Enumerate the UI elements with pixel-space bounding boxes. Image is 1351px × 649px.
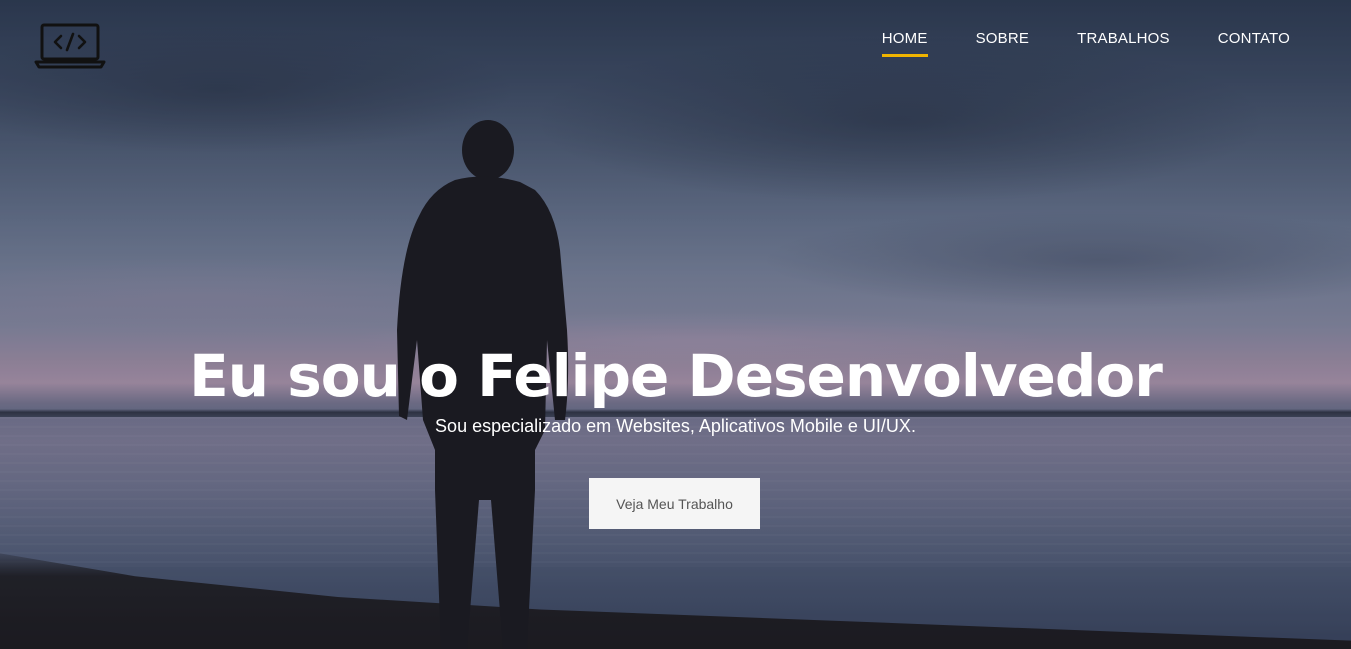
nav-item-trabalhos[interactable]: TRABALHOS [1077, 30, 1170, 57]
hero-overlay [0, 0, 1351, 649]
hero-title: Eu sou o Felipe Desenvolvedor [189, 342, 1163, 410]
hero-subtitle: Sou especializado em Websites, Aplicativ… [435, 416, 916, 436]
nav-item-home[interactable]: HOME [881, 30, 928, 57]
nav-item-contato[interactable]: CONTATO [1218, 30, 1290, 57]
hero-section: HOME SOBRE TRABALHOS CONTATO Eu sou o Fe… [0, 0, 1351, 649]
nav-item-sobre[interactable]: SOBRE [976, 30, 1030, 57]
nav-menu: HOME SOBRE TRABALHOS CONTATO [881, 30, 1290, 57]
laptop-code-icon[interactable] [34, 22, 106, 70]
navbar: HOME SOBRE TRABALHOS CONTATO [0, 0, 1351, 80]
hero-content: Eu sou o Felipe Desenvolvedor Sou especi… [0, 340, 1351, 440]
view-work-button[interactable]: Veja Meu Trabalho [589, 478, 760, 529]
